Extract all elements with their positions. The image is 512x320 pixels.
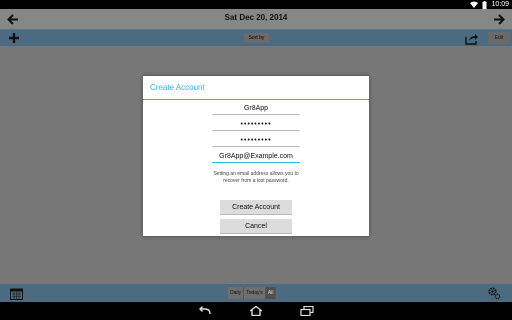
confirm-password-field[interactable]: ••••••••• [212,135,300,147]
view-filter-segmented: Daily Today's All [228,287,277,299]
nav-back-icon [199,306,211,315]
status-time: 10:09 [491,1,509,8]
share-button[interactable] [465,32,479,45]
settings-button[interactable] [487,286,501,300]
email-field[interactable]: Gr8App@Example.com [212,151,300,163]
share-icon [465,34,478,45]
plus-icon [9,33,19,43]
system-nav-bar [0,302,512,320]
bottom-bar: Daily Today's All [0,284,512,302]
create-account-button[interactable]: Create Account [220,200,292,215]
gear-icon [488,287,501,300]
calendar-button[interactable] [10,287,23,300]
email-hint-text: Setting an email address allows you to r… [213,171,299,184]
wifi-icon [470,1,479,8]
segment-todays[interactable]: Today's [244,287,266,299]
password-field[interactable]: ••••••••• [212,119,300,131]
battery-icon [482,0,487,9]
segment-daily[interactable]: Daily [228,287,245,299]
nav-recents-button[interactable] [299,304,315,318]
status-icons: 10:09 [470,0,509,9]
username-field[interactable]: Gr8App [212,103,300,115]
nav-recents-icon [300,306,314,316]
next-day-button[interactable] [491,11,507,27]
calendar-icon [10,288,23,300]
cancel-button[interactable]: Cancel [220,219,292,234]
nav-home-icon [249,306,263,316]
add-button[interactable] [9,31,21,45]
nav-home-button[interactable] [248,304,264,318]
arrow-right-icon [494,13,505,25]
date-header: Sat Dec 20, 2014 [0,9,512,29]
status-bar: 10:09 [0,0,512,9]
sort-by-button[interactable]: Sort by [244,33,269,43]
toolbar: Sort by Edit [0,29,512,46]
edit-button[interactable]: Edit [488,32,510,44]
dialog-title: Create Account [150,83,205,92]
dialog-title-divider [143,99,369,100]
nav-back-button[interactable] [197,304,213,318]
segment-all[interactable]: All [265,287,277,299]
date-title: Sat Dec 20, 2014 [224,13,288,22]
create-account-dialog: Create Account Gr8App ••••••••• ••••••••… [143,76,369,236]
